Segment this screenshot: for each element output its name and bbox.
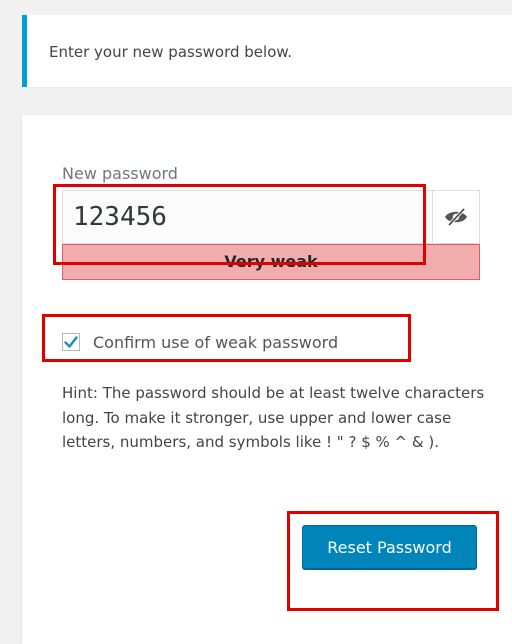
reset-password-form: New password Very weak Confirm use of we… — [22, 115, 512, 644]
password-strength-indicator: Very weak — [62, 244, 480, 280]
confirm-weak-checkbox[interactable] — [62, 333, 80, 351]
toggle-visibility-button[interactable] — [433, 191, 479, 243]
checkmark-icon — [64, 336, 78, 348]
eye-slash-icon — [445, 208, 467, 226]
password-hint: Hint: The password should be at least tw… — [62, 384, 485, 451]
confirm-weak-password-row[interactable]: Confirm use of weak password — [62, 329, 338, 355]
notice-message: Enter your new password below. — [49, 43, 293, 61]
notice-box: Enter your new password below. — [22, 15, 512, 87]
password-field-wrapper — [62, 190, 480, 244]
reset-password-button[interactable]: Reset Password — [302, 525, 477, 569]
password-label: New password — [62, 164, 178, 183]
new-password-input[interactable] — [63, 191, 433, 243]
confirm-weak-label: Confirm use of weak password — [93, 332, 339, 352]
